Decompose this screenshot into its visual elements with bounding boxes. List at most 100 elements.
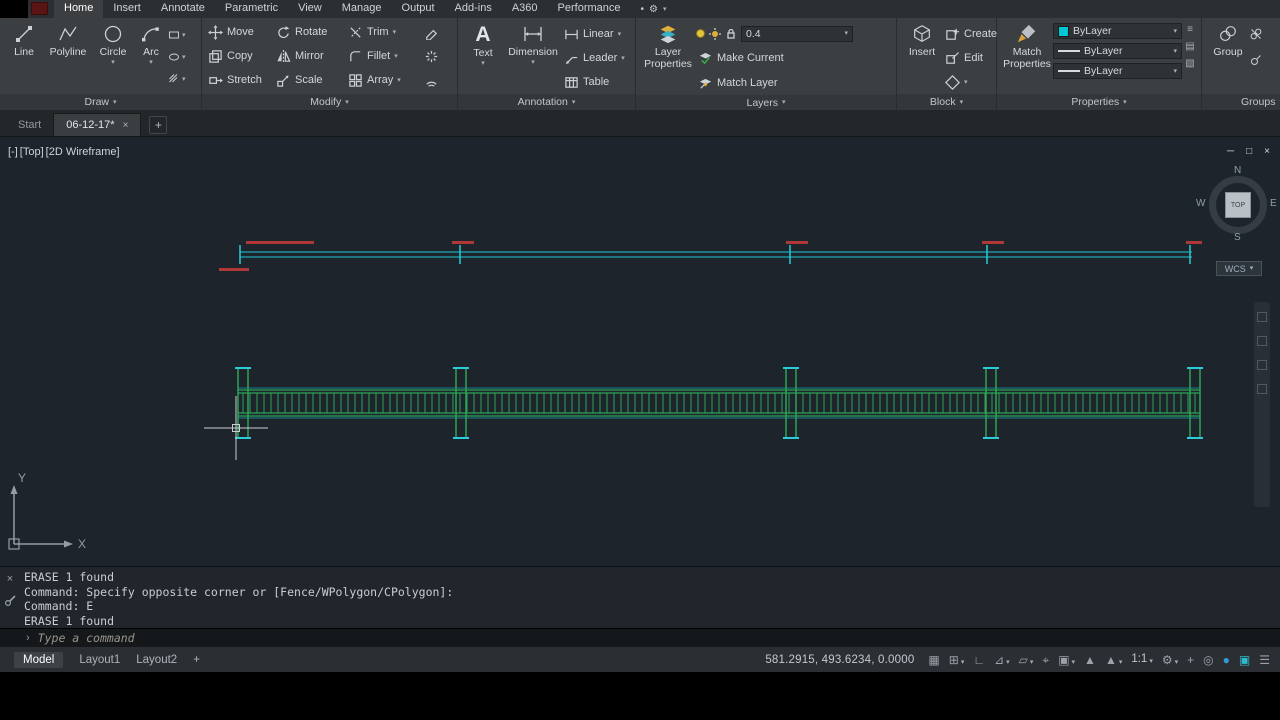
nav-pan-icon[interactable]: [1257, 336, 1267, 346]
array-button[interactable]: Array ▾: [346, 68, 422, 92]
nav-zoom-icon[interactable]: [1257, 360, 1267, 370]
properties-palette-icon[interactable]: ▤: [1185, 41, 1194, 52]
linear-button[interactable]: Linear ▾: [562, 22, 627, 46]
minimize-icon[interactable]: ─: [1227, 146, 1234, 157]
text-button[interactable]: A Text ▾: [462, 20, 504, 94]
panel-label-block[interactable]: Block ▾: [897, 94, 996, 110]
properties-more-icon[interactable]: ▧: [1185, 58, 1194, 69]
define-attributes-button[interactable]: ▾: [943, 70, 999, 94]
ribbon-tab-view[interactable]: View: [288, 0, 332, 18]
match-properties-button[interactable]: Match Properties: [1001, 20, 1053, 94]
layout-tab-new-layout[interactable]: +: [193, 654, 200, 666]
gear-icon[interactable]: ⚙: [649, 4, 658, 15]
fillet-button[interactable]: Fillet ▾: [346, 44, 422, 68]
viewcube-north[interactable]: N: [1234, 165, 1241, 176]
command-input-row[interactable]: › Type a command: [0, 628, 1280, 647]
ribbon-tab-home[interactable]: Home: [54, 0, 104, 18]
command-input[interactable]: Type a command: [38, 631, 135, 645]
autoscale-icon[interactable]: ▲ ▾: [1105, 654, 1122, 666]
group-button[interactable]: Group: [1206, 20, 1250, 94]
linetype-dropdown[interactable]: ByLayer ▾: [1053, 63, 1182, 79]
hatch-tool-button[interactable]: ▾: [168, 69, 186, 89]
rectangle-tool-button[interactable]: ▾: [168, 25, 186, 45]
caret-down-icon[interactable]: ▾: [663, 6, 667, 13]
panel-label-modify[interactable]: Modify ▾: [202, 94, 457, 110]
object-color-dropdown[interactable]: ByLayer ▾: [1053, 23, 1182, 39]
layer-on-off-icon[interactable]: [696, 29, 705, 38]
graphics-performance-icon[interactable]: ●: [1223, 654, 1230, 666]
annotation-visibility-icon[interactable]: ▲: [1084, 654, 1096, 666]
viewport-style-button[interactable]: [2D Wireframe]: [46, 146, 120, 158]
osnap-tracking-icon[interactable]: ⌖: [1042, 654, 1049, 666]
file-tab-close-icon[interactable]: ×: [123, 120, 129, 131]
viewcube-west[interactable]: W: [1196, 198, 1205, 209]
layout-tab-layout1[interactable]: Layout1: [79, 654, 120, 666]
lineweight-dropdown[interactable]: ByLayer ▾: [1053, 43, 1182, 59]
ungroup-button[interactable]: [1250, 24, 1262, 44]
line-button[interactable]: Line: [4, 20, 44, 94]
close-icon[interactable]: ×: [1264, 146, 1270, 157]
viewcube-east[interactable]: E: [1270, 198, 1277, 209]
command-window[interactable]: × ERASE 1 found Command: Specify opposite…: [0, 566, 1280, 647]
annotation-scale[interactable]: 1:1 ▾: [1131, 653, 1153, 665]
layer-lock-icon[interactable]: [725, 28, 737, 40]
erase-button[interactable]: [422, 20, 448, 44]
panel-label-draw[interactable]: Draw ▾: [0, 94, 201, 110]
scale-button[interactable]: Scale: [274, 68, 346, 92]
panel-label-layers[interactable]: Layers ▾: [636, 95, 896, 110]
file-tab-start[interactable]: Start: [6, 113, 53, 136]
rotate-button[interactable]: Rotate: [274, 20, 346, 44]
match-layer-button[interactable]: Match Layer: [696, 71, 893, 95]
layout-tab-layout2[interactable]: Layout2: [136, 654, 177, 666]
viewport-menu-button[interactable]: [-]: [8, 146, 18, 158]
explode-button[interactable]: [422, 44, 448, 68]
restore-icon[interactable]: □: [1246, 146, 1252, 157]
layer-transparency-dropdown[interactable]: 0.4 ▾: [741, 25, 853, 42]
drawing-canvas[interactable]: [-] [Top] [2D Wireframe] ─ □ × N W S E T…: [0, 137, 1280, 566]
viewcube-top-face[interactable]: TOP: [1225, 192, 1251, 218]
leader-button[interactable]: Leader ▾: [562, 46, 627, 70]
dimension-button[interactable]: Dimension ▾: [504, 20, 562, 94]
ellipse-tool-button[interactable]: ▾: [168, 47, 186, 67]
create-block-button[interactable]: Create: [943, 22, 999, 46]
ribbon-tab-a360[interactable]: A360: [502, 0, 548, 18]
insert-block-button[interactable]: Insert: [901, 20, 943, 94]
new-drawing-tab-button[interactable]: +: [149, 116, 168, 134]
panel-label-properties[interactable]: Properties ▾: [997, 94, 1201, 110]
polar-tracking-icon[interactable]: ⊿ ▾: [994, 654, 1010, 666]
viewcube-south[interactable]: S: [1234, 232, 1241, 243]
mirror-button[interactable]: Mirror: [274, 44, 346, 68]
snap-icon[interactable]: ⊞ ▾: [949, 654, 965, 666]
stretch-button[interactable]: Stretch: [206, 68, 274, 92]
ribbon-tab-annotate[interactable]: Annotate: [151, 0, 215, 18]
modify-more-button[interactable]: [422, 68, 448, 92]
annotation-monitor-icon[interactable]: +: [1187, 654, 1194, 666]
trim-button[interactable]: Trim ▾: [346, 20, 422, 44]
edit-block-button[interactable]: Edit: [943, 46, 999, 70]
ribbon-tab-output[interactable]: Output: [392, 0, 445, 18]
copy-button[interactable]: Copy: [206, 44, 274, 68]
panel-label-groups[interactable]: Groups ▾: [1202, 94, 1280, 110]
grid-icon[interactable]: ▦: [928, 654, 939, 666]
command-close-icon[interactable]: ×: [7, 573, 13, 585]
panel-label-annotation[interactable]: Annotation ▾: [458, 94, 635, 110]
polyline-button[interactable]: Polyline: [44, 20, 92, 94]
layer-freeze-icon[interactable]: [709, 27, 721, 40]
table-button[interactable]: Table: [562, 70, 627, 94]
osnap-icon[interactable]: ▣ ▾: [1058, 654, 1075, 666]
arc-button[interactable]: Arc ▾: [134, 20, 168, 94]
application-menu-button[interactable]: [31, 2, 48, 15]
viewport-view-button[interactable]: [Top]: [20, 146, 44, 158]
navigation-bar[interactable]: [1254, 302, 1270, 507]
circle-button[interactable]: Circle ▾: [92, 20, 134, 94]
ribbon-tab-add-ins[interactable]: Add-ins: [445, 0, 502, 18]
viewcube[interactable]: N W S E TOP: [1196, 165, 1277, 243]
nav-orbit-icon[interactable]: [1257, 384, 1267, 394]
layer-properties-button[interactable]: Layer Properties: [640, 20, 696, 95]
ribbon-tab-performance[interactable]: Performance: [548, 0, 631, 18]
nav-wheel-icon[interactable]: [1257, 312, 1267, 322]
isolate-objects-icon[interactable]: ◎: [1203, 654, 1213, 666]
customize-icon[interactable]: ☰: [1259, 654, 1270, 666]
wcs-dropdown[interactable]: WCS ▾: [1216, 261, 1262, 276]
group-edit-button[interactable]: [1250, 50, 1262, 70]
